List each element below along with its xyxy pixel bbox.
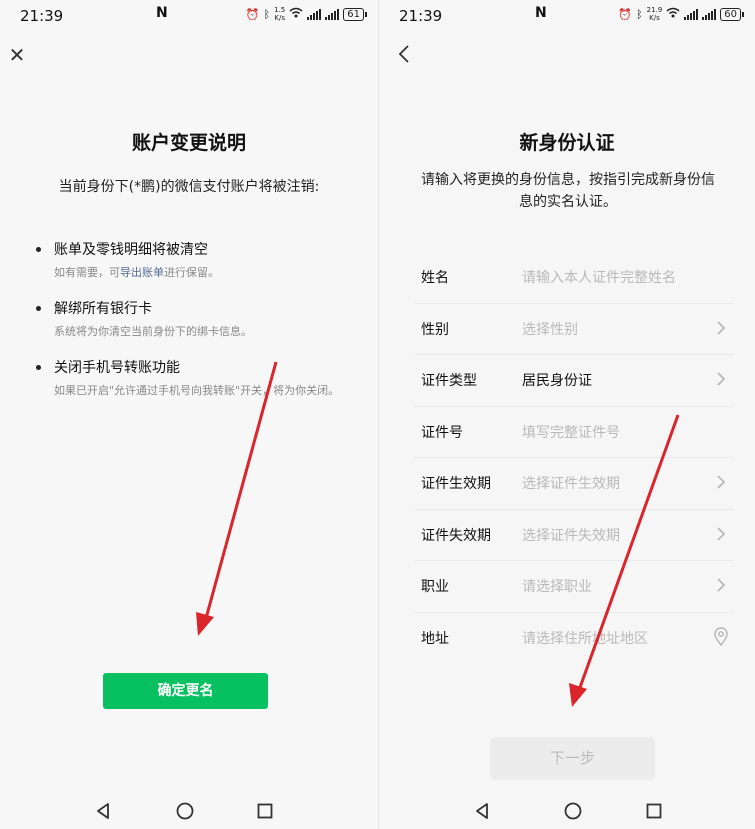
- signal-icon-2: [702, 8, 717, 20]
- field-label: 地址: [421, 630, 449, 647]
- address-select[interactable]: 请选择住所地址地区: [522, 628, 648, 648]
- list-item-title: 账单及零钱明细将被清空: [54, 242, 208, 258]
- bluetooth-icon: ᛒ: [636, 7, 643, 21]
- chevron-right-icon: [717, 578, 726, 592]
- id-number-input[interactable]: 填写完整证件号: [522, 422, 620, 442]
- signal-icon: [307, 8, 322, 20]
- signal-icon: [684, 8, 699, 20]
- id-start-date-select[interactable]: 选择证件生效期: [522, 473, 620, 493]
- status-time: 21:39: [20, 7, 64, 25]
- id-end-date-select[interactable]: 选择证件失效期: [522, 525, 620, 545]
- signal-icon-2: [325, 8, 340, 20]
- bullet-dot: [36, 365, 41, 370]
- identity-form: 姓名 请输入本人证件完整姓名 性别 选择性别 证件类型 居民身份证 证件号 填写…: [415, 252, 733, 663]
- nav-recent-square-icon[interactable]: [255, 801, 275, 821]
- account-change-screen: 21:39 N ⏰ ᛒ 1.5 K/s 61 ✕ 账户变更说明 当前身份下(*鹏…: [0, 0, 378, 829]
- status-time: 21:39: [399, 7, 443, 25]
- chevron-right-icon: [717, 475, 726, 489]
- occupation-select[interactable]: 请选择职业: [522, 576, 592, 596]
- chevron-right-icon: [717, 526, 726, 541]
- list-item-desc: 如有需要，可导出账单进行保留。: [54, 266, 219, 279]
- page-title: 账户变更说明: [131, 132, 246, 154]
- nfc-icon: N: [156, 5, 168, 21]
- id-type-select[interactable]: 居民身份证: [522, 370, 592, 390]
- new-identity-verification-screen: 21:39 N ⏰ ᛒ 21.9 K/s 60 新身份认证 请输入将更换的身份信…: [379, 0, 755, 829]
- gender-select[interactable]: 选择性别: [522, 319, 578, 339]
- location-pin-icon[interactable]: [713, 626, 729, 647]
- alarm-icon: ⏰: [245, 7, 260, 21]
- field-label: 性别: [421, 321, 449, 338]
- bullet-dot: [36, 306, 41, 311]
- next-step-button[interactable]: 下一步: [490, 737, 655, 780]
- wifi-icon: [289, 7, 303, 21]
- field-id-end-date[interactable]: 证件失效期 选择证件失效期: [415, 510, 733, 561]
- field-id-type[interactable]: 证件类型 居民身份证: [415, 355, 733, 407]
- field-label: 证件失效期: [421, 527, 491, 544]
- nav-back-triangle-icon[interactable]: [473, 801, 493, 821]
- field-address[interactable]: 地址 请选择住所地址地区: [415, 613, 733, 664]
- status-bar: 21:39 N ⏰ ᛒ 1.5 K/s 61: [0, 0, 378, 30]
- list-item-desc: 如果已开启"允许通过手机号向我转账"开关，将为你关闭。: [54, 384, 340, 397]
- field-name[interactable]: 姓名 请输入本人证件完整姓名: [415, 252, 733, 304]
- page-subtitle: 当前身份下(*鹏)的微信支付账户将被注销:: [58, 179, 320, 195]
- close-icon[interactable]: ✕: [6, 44, 28, 66]
- battery-icon: 60: [720, 7, 744, 21]
- back-arrow-icon[interactable]: [395, 42, 415, 66]
- list-item: 账单及零钱明细将被清空 如有需要，可导出账单进行保留。: [36, 240, 356, 281]
- network-speed: 1.5 K/s: [274, 6, 286, 22]
- export-bill-link[interactable]: 导出账单: [120, 266, 164, 279]
- field-label: 证件号: [421, 424, 463, 441]
- page-subtitle: 请输入将更换的身份信息，按指引完成新身份信息的实名认证。: [421, 172, 715, 210]
- list-item-title: 解绑所有银行卡: [54, 301, 152, 317]
- status-bar: 21:39 N ⏰ ᛒ 21.9 K/s 60: [379, 0, 755, 30]
- field-gender[interactable]: 性别 选择性别: [415, 304, 733, 355]
- field-label: 证件类型: [421, 373, 477, 389]
- nav-recent-square-icon[interactable]: [644, 801, 664, 821]
- name-input[interactable]: 请输入本人证件完整姓名: [522, 267, 676, 287]
- status-icons: ⏰ ᛒ 21.9 K/s 60: [618, 6, 744, 22]
- change-notice-list: 账单及零钱明细将被清空 如有需要，可导出账单进行保留。 解绑所有银行卡 系统将为…: [36, 240, 356, 417]
- status-icons: ⏰ ᛒ 1.5 K/s 61: [245, 6, 367, 22]
- field-label: 职业: [421, 579, 449, 595]
- field-label: 证件生效期: [421, 476, 491, 492]
- field-label: 姓名: [421, 270, 449, 286]
- bluetooth-icon: ᛒ: [263, 7, 271, 21]
- page-title: 新身份认证: [519, 132, 615, 154]
- field-id-start-date[interactable]: 证件生效期 选择证件生效期: [415, 458, 733, 510]
- chevron-right-icon: [717, 372, 726, 386]
- field-id-number[interactable]: 证件号 填写完整证件号: [415, 407, 733, 458]
- list-item: 解绑所有银行卡 系统将为你清空当前身份下的绑卡信息。: [36, 299, 356, 340]
- battery-icon: 61: [343, 7, 367, 21]
- navigation-bar: [0, 795, 378, 829]
- wifi-icon: [666, 7, 680, 21]
- list-item-desc: 系统将为你清空当前身份下的绑卡信息。: [54, 325, 252, 338]
- bullet-dot: [36, 247, 41, 252]
- nav-home-circle-icon[interactable]: [563, 801, 583, 821]
- confirm-rename-button[interactable]: 确定更名: [103, 673, 268, 709]
- network-speed: 21.9 K/s: [646, 6, 663, 22]
- nfc-icon: N: [535, 5, 547, 21]
- nav-back-triangle-icon[interactable]: [94, 801, 114, 821]
- nav-home-circle-icon[interactable]: [175, 801, 195, 821]
- navigation-bar: [379, 795, 755, 829]
- alarm-icon: ⏰: [618, 7, 633, 21]
- list-item: 关闭手机号转账功能 如果已开启"允许通过手机号向我转账"开关，将为你关闭。: [36, 358, 356, 399]
- list-item-title: 关闭手机号转账功能: [54, 360, 180, 376]
- field-occupation[interactable]: 职业 请选择职业: [415, 561, 733, 613]
- chevron-right-icon: [717, 320, 726, 335]
